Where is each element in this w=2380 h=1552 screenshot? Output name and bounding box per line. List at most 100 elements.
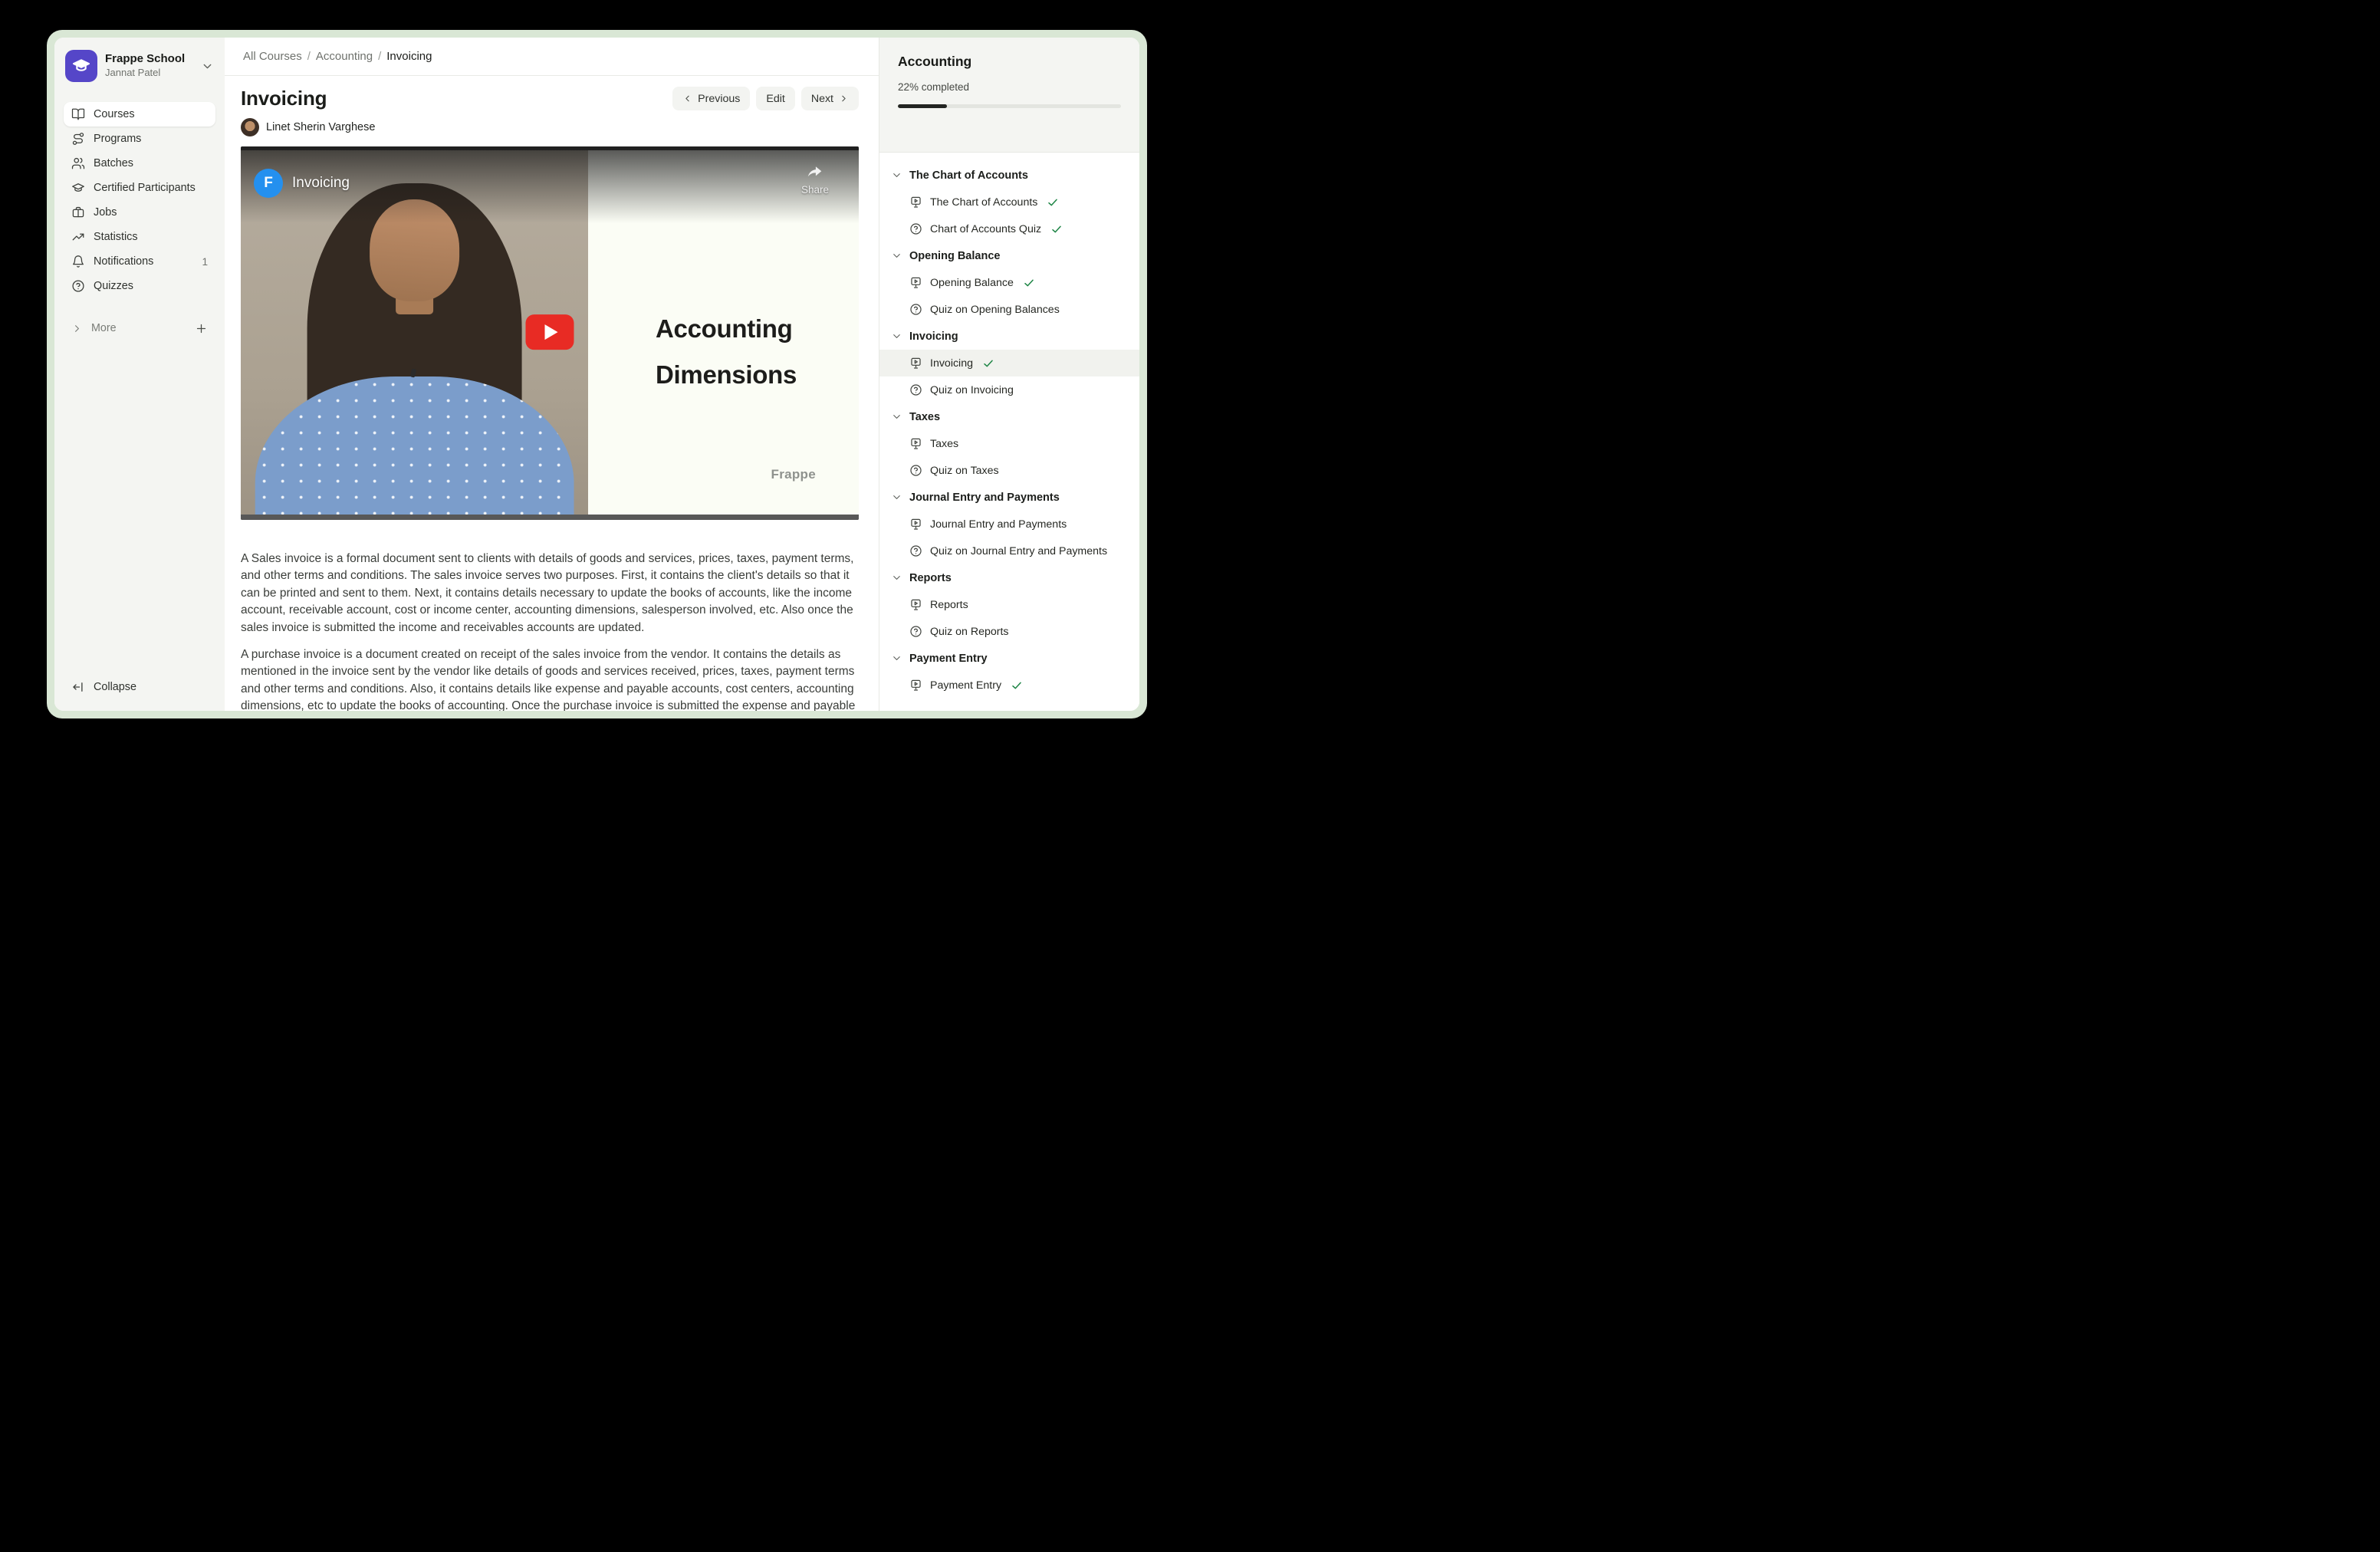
outline-section-the-chart-of-accounts[interactable]: The Chart of Accounts <box>879 162 1139 189</box>
bell-icon <box>71 255 85 268</box>
sidebar-item-courses[interactable]: Courses <box>64 102 215 127</box>
outline-item-quiz-on-journal-entry-and-payments[interactable]: Quiz on Journal Entry and Payments <box>879 538 1139 564</box>
outline-item-taxes[interactable]: Taxes <box>879 430 1139 457</box>
outline-item-opening-balance[interactable]: Opening Balance <box>879 269 1139 296</box>
chevron-down-icon <box>891 653 902 664</box>
slide-title: Accounting Dimensions <box>656 306 797 398</box>
sidebar-item-notifications[interactable]: Notifications1 <box>64 249 215 274</box>
sidebar-item-jobs[interactable]: Jobs <box>64 200 215 225</box>
share-label: Share <box>801 184 829 196</box>
completed-check-icon <box>1050 223 1063 235</box>
course-outline-list: The Chart of Accounts The Chart of Accoun… <box>879 153 1139 711</box>
outline-item-journal-entry-and-payments[interactable]: Journal Entry and Payments <box>879 511 1139 538</box>
sidebar-item-label: Certified Participants <box>94 182 196 194</box>
plus-icon[interactable] <box>195 322 208 335</box>
lesson-body: A Sales invoice is a formal document sen… <box>241 551 859 711</box>
sidebar-item-programs[interactable]: Programs <box>64 127 215 151</box>
outline-item-quiz-on-invoicing[interactable]: Quiz on Invoicing <box>879 376 1139 403</box>
collapse-sidebar-button[interactable]: Collapse <box>64 676 215 699</box>
quiz-icon <box>909 464 922 477</box>
left-sidebar: Frappe School Jannat Patel Courses Progra… <box>54 38 225 711</box>
outline-item-quiz-on-reports[interactable]: Quiz on Reports <box>879 618 1139 645</box>
video-share-button[interactable]: Share <box>801 163 829 196</box>
video-channel-logo[interactable]: F <box>254 169 283 198</box>
outline-item-label: Invoicing <box>930 357 973 370</box>
outline-section-taxes[interactable]: Taxes <box>879 403 1139 430</box>
outline-item-payment-entry[interactable]: Payment Entry <box>879 672 1139 699</box>
chevron-left-icon <box>682 94 692 104</box>
sidebar-item-more[interactable]: More <box>64 317 215 340</box>
chevron-down-icon[interactable] <box>201 60 214 73</box>
author-avatar <box>241 118 259 136</box>
sidebar-item-batches[interactable]: Batches <box>64 151 215 176</box>
sidebar-item-label: Quizzes <box>94 280 133 292</box>
next-button[interactable]: Next <box>801 87 859 110</box>
breadcrumb-accounting[interactable]: Accounting <box>316 50 373 63</box>
app-window-frame: Frappe School Jannat Patel Courses Progra… <box>47 30 1147 718</box>
outline-item-label: Quiz on Invoicing <box>930 384 1014 396</box>
outline-section-payment-entry[interactable]: Payment Entry <box>879 645 1139 672</box>
sidebar-nav: Courses Programs Batches Certified Particip… <box>64 102 215 298</box>
breadcrumb-all-courses[interactable]: All Courses <box>243 50 302 63</box>
edit-button[interactable]: Edit <box>756 87 794 110</box>
completed-check-icon <box>982 357 994 370</box>
quiz-icon <box>909 544 922 557</box>
outline-item-reports[interactable]: Reports <box>879 591 1139 618</box>
completed-check-icon <box>1011 679 1023 692</box>
sidebar-item-label: Programs <box>94 133 141 145</box>
sidebar-item-label: Notifications <box>94 255 153 268</box>
video-title[interactable]: Invoicing <box>292 175 350 192</box>
lesson-content: Invoicing Previous Edit Next <box>225 76 879 711</box>
book-open-icon <box>71 107 85 121</box>
frappe-school-logo <box>65 50 97 82</box>
play-button[interactable] <box>526 314 574 350</box>
video-title-overlay: F Invoicing <box>254 169 350 198</box>
outline-item-the-chart-of-accounts[interactable]: The Chart of Accounts <box>879 189 1139 215</box>
lesson-icon <box>909 437 922 450</box>
outline-section-reports[interactable]: Reports <box>879 564 1139 591</box>
collapse-icon <box>71 680 85 694</box>
lesson-nav-buttons: Previous Edit Next <box>672 87 859 110</box>
lesson-icon <box>909 598 922 611</box>
breadcrumb-current: Invoicing <box>386 50 432 63</box>
route-icon <box>71 132 85 146</box>
outline-section-title: Payment Entry <box>909 653 988 665</box>
quiz-icon <box>909 383 922 396</box>
chevron-down-icon <box>891 411 902 423</box>
workspace-switcher[interactable]: Frappe School Jannat Patel <box>64 48 215 82</box>
outline-section-journal-entry-and-payments[interactable]: Journal Entry and Payments <box>879 484 1139 511</box>
previous-button[interactable]: Previous <box>672 87 750 110</box>
trending-up-icon <box>71 230 85 244</box>
outline-item-label: Quiz on Taxes <box>930 465 999 477</box>
outline-section-title: Reports <box>909 572 952 584</box>
outline-item-label: The Chart of Accounts <box>930 196 1037 209</box>
outline-item-quiz-on-opening-balances[interactable]: Quiz on Opening Balances <box>879 296 1139 323</box>
course-progress-header: Accounting 22% completed <box>879 38 1139 153</box>
outline-item-chart-of-accounts-quiz[interactable]: Chart of Accounts Quiz <box>879 215 1139 242</box>
sidebar-item-statistics[interactable]: Statistics <box>64 225 215 249</box>
lesson-icon <box>909 679 922 692</box>
outline-item-label: Taxes <box>930 438 958 450</box>
chevron-right-icon <box>839 94 849 104</box>
sidebar-item-certified-participants[interactable]: Certified Participants <box>64 176 215 200</box>
outline-item-quiz-on-taxes[interactable]: Quiz on Taxes <box>879 457 1139 484</box>
outline-section-title: The Chart of Accounts <box>909 169 1028 182</box>
sidebar-item-label: Batches <box>94 157 133 169</box>
lesson-icon <box>909 518 922 531</box>
outline-section-invoicing[interactable]: Invoicing <box>879 323 1139 350</box>
outline-item-invoicing[interactable]: Invoicing <box>879 350 1139 376</box>
users-icon <box>71 156 85 170</box>
lesson-video-player[interactable]: Accounting Dimensions Frappe F Invoicing <box>241 146 859 520</box>
course-title: Accounting <box>898 54 1121 70</box>
completed-check-icon <box>1023 277 1035 289</box>
play-icon <box>545 324 558 340</box>
video-progress-bar[interactable] <box>241 515 859 520</box>
progress-label: 22% completed <box>898 81 1121 93</box>
sidebar-item-quizzes[interactable]: Quizzes <box>64 274 215 298</box>
outline-item-label: Quiz on Reports <box>930 626 1009 638</box>
outline-item-label: Chart of Accounts Quiz <box>930 223 1041 235</box>
outline-section-opening-balance[interactable]: Opening Balance <box>879 242 1139 269</box>
sidebar-spacer <box>64 340 215 676</box>
author-name: Linet Sherin Varghese <box>266 121 375 133</box>
lesson-icon <box>909 357 922 370</box>
